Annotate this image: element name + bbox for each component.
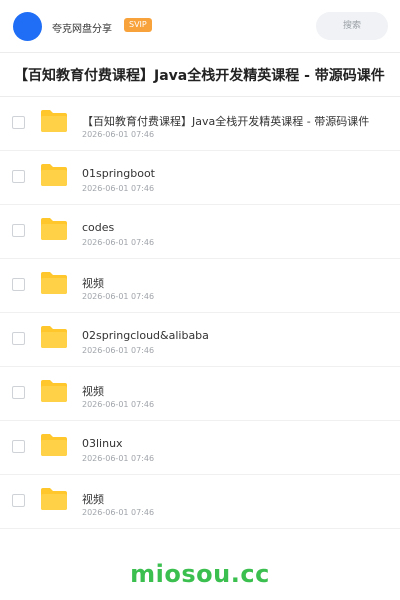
- svip-badge: SVIP: [124, 18, 152, 32]
- file-list: 【百知教育付费课程】Java全栈开发精英课程 - 带源码课件 2026-06-01…: [0, 97, 400, 529]
- watermark: miosou.cc: [130, 560, 270, 588]
- folder-icon: [41, 434, 67, 456]
- file-name: 【百知教育付费课程】Java全栈开发精英课程 - 带源码课件: [82, 115, 370, 128]
- checkbox-icon[interactable]: [12, 224, 25, 237]
- folder-icon: [41, 272, 67, 294]
- folder-icon: [41, 380, 67, 402]
- file-name: 03linux: [82, 437, 123, 450]
- file-name: 01springboot: [82, 167, 155, 180]
- search-input[interactable]: 搜索: [316, 12, 388, 40]
- file-row[interactable]: 【百知教育付费课程】Java全栈开发精英课程 - 带源码课件 2026-06-01…: [0, 97, 400, 151]
- folder-icon: [41, 326, 67, 348]
- file-row[interactable]: 02springcloud&alibaba 2026-06-01 07:46: [0, 313, 400, 367]
- file-date: 2026-06-01 07:46: [82, 130, 155, 139]
- checkbox-icon[interactable]: [12, 386, 25, 399]
- avatar[interactable]: [13, 12, 42, 41]
- folder-icon: [41, 218, 67, 240]
- file-name: 02springcloud&alibaba: [82, 329, 209, 342]
- top-header: 夸克网盘分享 SVIP 搜索: [0, 0, 400, 52]
- file-date: 2026-06-01 07:46: [82, 292, 155, 301]
- folder-icon: [41, 488, 67, 510]
- file-name: 视频: [82, 385, 104, 398]
- file-date: 2026-06-01 07:46: [82, 346, 155, 355]
- folder-title-bar: 【百知教育付费课程】Java全栈开发精英课程 - 带源码课件: [0, 53, 400, 96]
- folder-icon: [41, 164, 67, 186]
- file-row[interactable]: 视频 2026-06-01 07:46: [0, 259, 400, 313]
- checkbox-icon[interactable]: [12, 116, 25, 129]
- file-row[interactable]: 视频 2026-06-01 07:46: [0, 475, 400, 529]
- checkbox-icon[interactable]: [12, 494, 25, 507]
- user-name: 夸克网盘分享: [52, 24, 112, 35]
- file-row[interactable]: 视频 2026-06-01 07:46: [0, 367, 400, 421]
- file-date: 2026-06-01 07:46: [82, 238, 155, 247]
- file-row[interactable]: 01springboot 2026-06-01 07:46: [0, 151, 400, 205]
- file-date: 2026-06-01 07:46: [82, 454, 155, 463]
- checkbox-icon[interactable]: [12, 440, 25, 453]
- file-date: 2026-06-01 07:46: [82, 400, 155, 409]
- folder-title: 【百知教育付费课程】Java全栈开发精英课程 - 带源码课件: [14, 68, 385, 84]
- file-name: 视频: [82, 493, 104, 506]
- file-row[interactable]: codes 2026-06-01 07:46: [0, 205, 400, 259]
- folder-icon: [41, 110, 67, 132]
- file-date: 2026-06-01 07:46: [82, 184, 155, 193]
- checkbox-icon[interactable]: [12, 332, 25, 345]
- file-date: 2026-06-01 07:46: [82, 508, 155, 517]
- checkbox-icon[interactable]: [12, 278, 25, 291]
- file-row[interactable]: 03linux 2026-06-01 07:46: [0, 421, 400, 475]
- file-name: 视频: [82, 277, 104, 290]
- file-name: codes: [82, 221, 115, 234]
- checkbox-icon[interactable]: [12, 170, 25, 183]
